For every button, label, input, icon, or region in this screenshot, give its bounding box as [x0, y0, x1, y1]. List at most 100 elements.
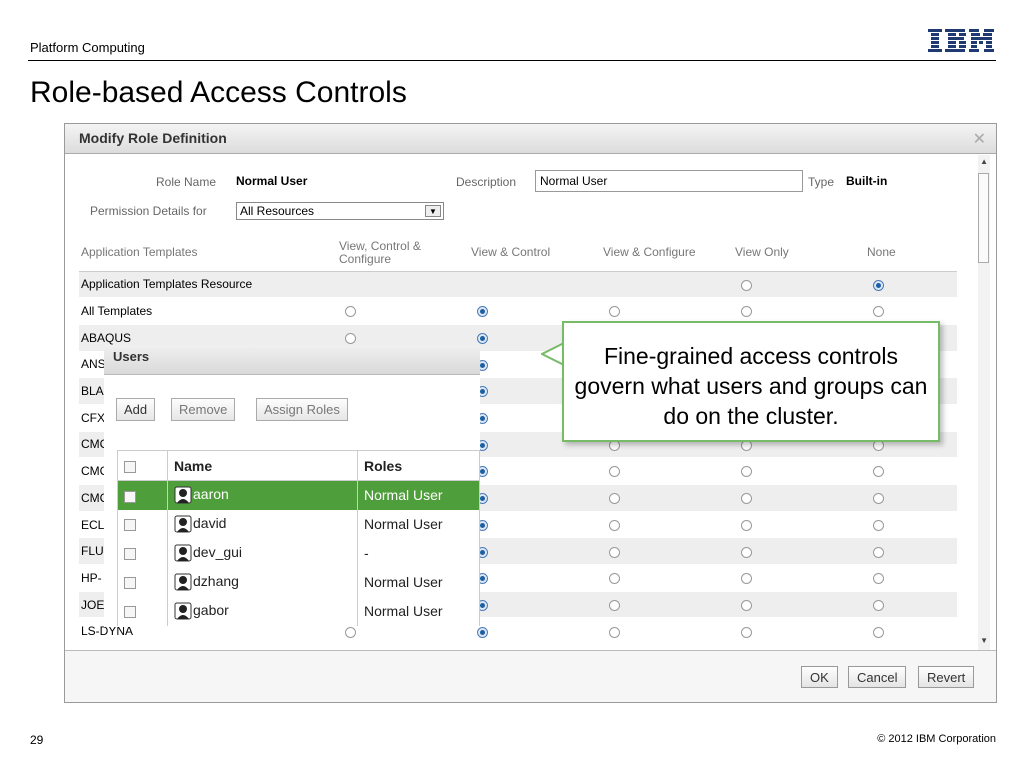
permission-cell — [601, 537, 733, 566]
radio-unselected[interactable] — [873, 626, 884, 638]
template-name: Application Templates Resource — [79, 271, 337, 299]
permission-cell — [733, 271, 865, 299]
user-row[interactable]: david Normal User — [117, 509, 480, 539]
radio-unselected[interactable] — [741, 466, 752, 478]
callout-text: Fine-grained access controls govern what… — [574, 343, 928, 429]
radio-unselected[interactable] — [873, 493, 884, 505]
permission-cell — [733, 537, 865, 566]
user-select-cell — [117, 538, 168, 568]
permissions-column-header: View Only — [733, 235, 865, 272]
scrollbar-thumb[interactable] — [978, 173, 989, 263]
remove-user-button[interactable]: Remove — [171, 398, 236, 421]
radio-unselected[interactable] — [873, 519, 884, 531]
permission-cell — [865, 484, 957, 512]
radio-unselected[interactable] — [873, 573, 884, 585]
header-rule — [28, 60, 996, 61]
permission-cell — [733, 484, 865, 512]
permission-cell — [865, 457, 957, 485]
user-icon — [174, 573, 192, 591]
permission-cell — [733, 617, 865, 646]
radio-unselected[interactable] — [345, 333, 356, 345]
permission-cell — [601, 591, 733, 619]
radio-unselected[interactable] — [609, 573, 620, 585]
add-user-button[interactable]: Add — [116, 398, 156, 421]
description-input[interactable] — [535, 170, 803, 192]
radio-unselected[interactable] — [873, 466, 884, 478]
radio-unselected[interactable] — [741, 626, 752, 638]
user-role-cell: - — [357, 538, 480, 568]
permission-cell — [469, 511, 601, 539]
radio-selected[interactable] — [477, 306, 488, 318]
permission-cell — [733, 457, 865, 485]
radio-unselected[interactable] — [609, 599, 620, 611]
ok-button[interactable]: OK — [801, 666, 838, 688]
permissions-column-header: View, Control & Configure — [337, 235, 469, 272]
radio-unselected[interactable] — [873, 306, 884, 318]
radio-unselected[interactable] — [741, 493, 752, 505]
user-role-cell: Normal User — [357, 480, 480, 510]
scroll-up-icon[interactable]: ▲ — [980, 157, 988, 166]
radio-unselected[interactable] — [741, 573, 752, 585]
radio-unselected[interactable] — [609, 306, 620, 318]
permissions-header-row: Application Templates View, Control & Con… — [79, 235, 957, 272]
user-checkbox[interactable] — [124, 548, 136, 561]
permission-cell — [601, 511, 733, 539]
permission-cell — [337, 297, 469, 325]
user-name: aaron — [193, 486, 229, 503]
slide-header: Platform Computing — [30, 40, 145, 55]
revert-button[interactable]: Revert — [918, 666, 975, 688]
chevron-down-icon: ▼ — [425, 205, 441, 217]
radio-selected[interactable] — [873, 279, 884, 291]
radio-unselected[interactable] — [741, 599, 752, 611]
radio-selected[interactable] — [477, 626, 488, 638]
callout: Fine-grained access controls govern what… — [562, 321, 940, 442]
user-checkbox[interactable] — [124, 490, 136, 503]
dialog-title: Modify Role Definition — [79, 130, 227, 146]
users-titlebar: Users — [104, 345, 480, 375]
user-row[interactable]: dev_gui - — [117, 538, 480, 568]
radio-unselected[interactable] — [741, 306, 752, 318]
users-header-row: Name Roles — [117, 450, 480, 481]
radio-unselected[interactable] — [609, 493, 620, 505]
permission-cell — [337, 271, 469, 299]
user-row[interactable]: gabor Normal User — [117, 596, 480, 626]
user-row[interactable]: aaron Normal User — [117, 480, 480, 510]
name-column-header[interactable]: Name — [167, 450, 358, 481]
radio-unselected[interactable] — [741, 546, 752, 558]
role-name-value: Normal User — [236, 174, 308, 188]
radio-unselected[interactable] — [873, 599, 884, 611]
radio-unselected[interactable] — [741, 279, 752, 291]
radio-unselected[interactable] — [609, 546, 620, 558]
user-name-cell: gabor — [167, 596, 358, 626]
user-checkbox[interactable] — [124, 519, 136, 532]
cancel-button[interactable]: Cancel — [848, 666, 907, 688]
radio-unselected[interactable] — [873, 546, 884, 558]
radio-selected[interactable] — [477, 333, 488, 345]
user-name-cell: aaron — [167, 480, 358, 510]
users-table: Name Roles aaron Normal User david Normal U… — [117, 450, 480, 626]
user-row[interactable]: dzhang Normal User — [117, 567, 480, 597]
assign-roles-button[interactable]: Assign Roles — [256, 398, 348, 421]
permission-select[interactable]: All Resources ▼ — [236, 202, 444, 220]
radio-unselected[interactable] — [345, 306, 356, 318]
type-label: Type — [808, 175, 835, 189]
radio-unselected[interactable] — [609, 626, 620, 638]
permissions-column-header: View & Control — [469, 235, 601, 272]
close-icon[interactable]: ✕ — [973, 129, 986, 149]
radio-unselected[interactable] — [609, 466, 620, 478]
permission-cell — [865, 511, 957, 539]
permission-cell — [865, 591, 957, 619]
scroll-down-icon[interactable]: ▼ — [980, 636, 988, 645]
permission-cell — [469, 271, 601, 299]
user-checkbox[interactable] — [124, 577, 136, 590]
roles-column-header[interactable]: Roles — [357, 450, 480, 481]
permission-cell — [733, 591, 865, 619]
user-checkbox[interactable] — [124, 606, 136, 619]
permissions-column-header: View & Configure — [601, 235, 733, 272]
user-icon — [174, 515, 192, 533]
radio-unselected[interactable] — [345, 626, 356, 638]
radio-unselected[interactable] — [741, 519, 752, 531]
select-all-checkbox[interactable] — [124, 460, 136, 473]
template-name: All Templates — [79, 297, 337, 325]
radio-unselected[interactable] — [609, 519, 620, 531]
